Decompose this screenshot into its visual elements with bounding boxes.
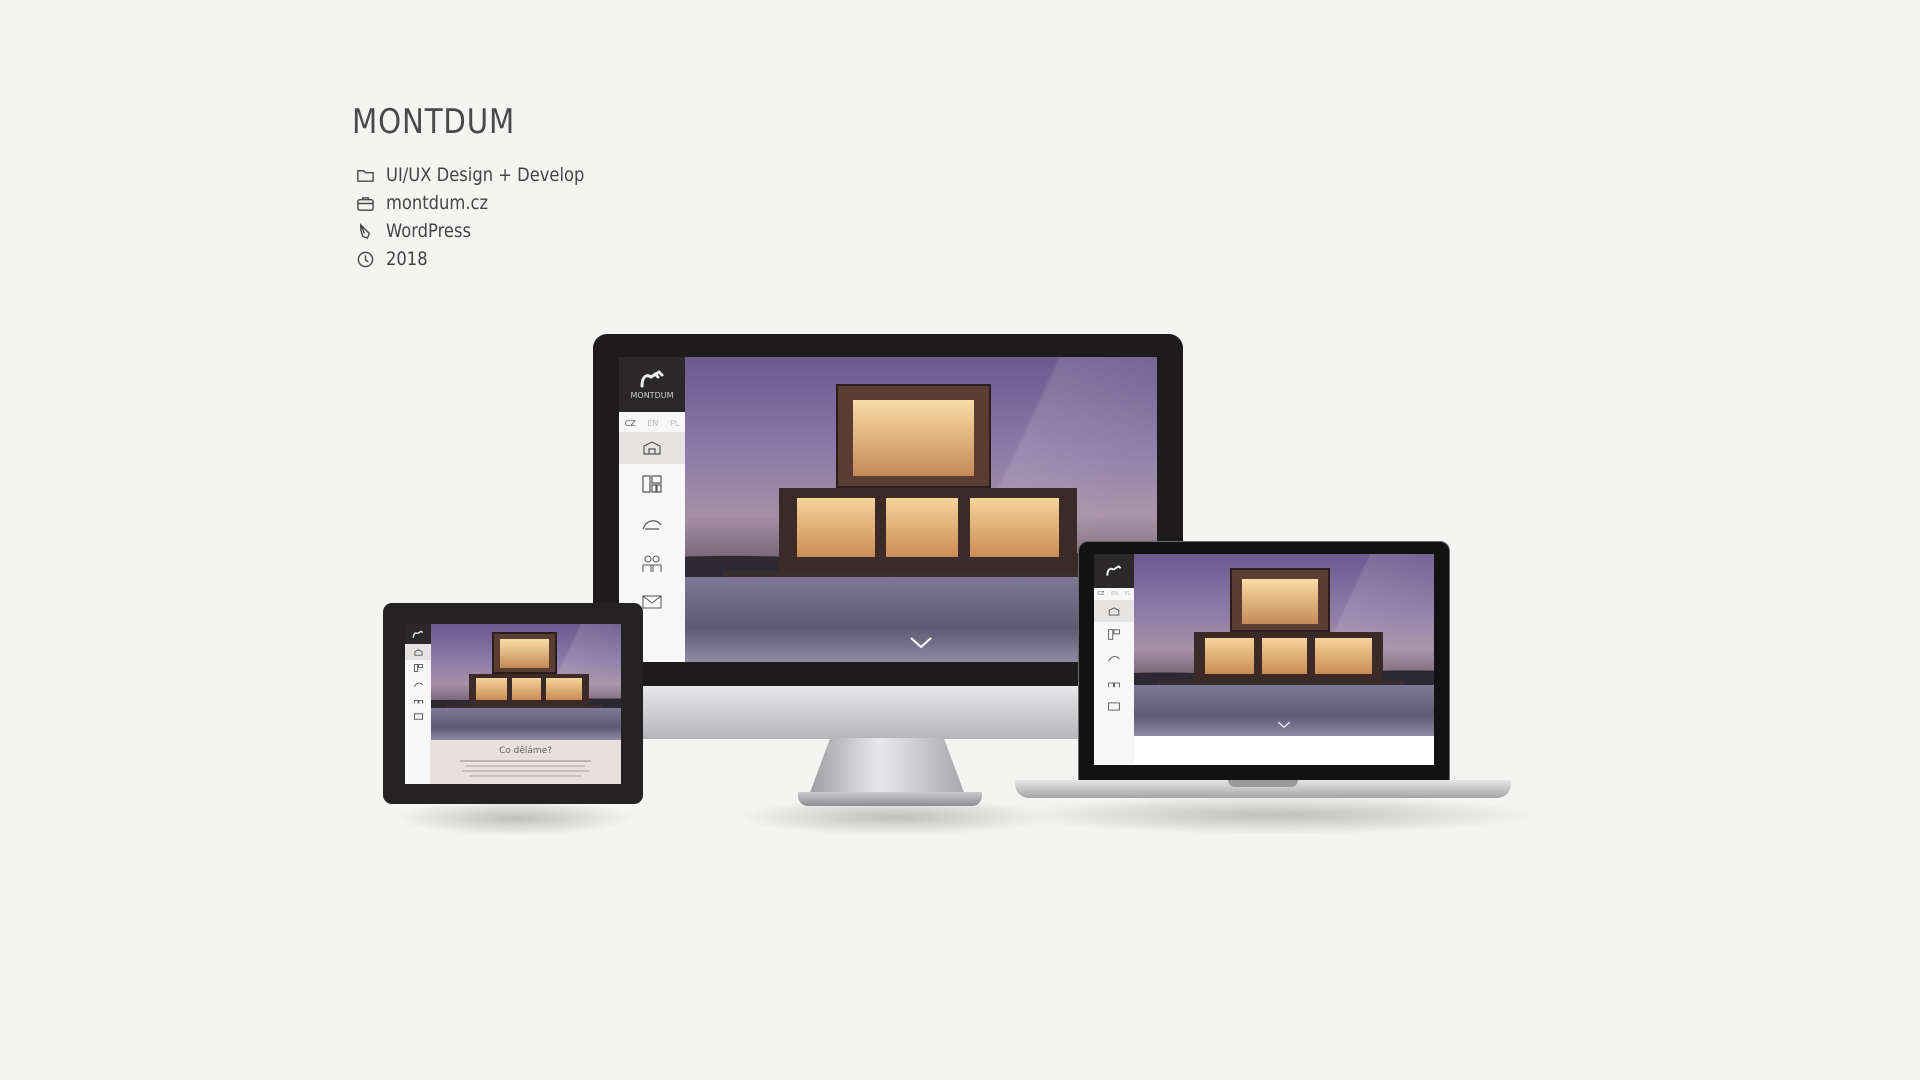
layout-icon	[642, 475, 662, 493]
home-icon	[413, 648, 423, 656]
meta-client: montdum.cz	[386, 192, 489, 214]
lang-pl[interactable]: PL	[670, 419, 679, 428]
people-icon	[642, 555, 662, 572]
briefcase-icon	[354, 192, 376, 214]
laptop-logo	[1094, 554, 1134, 588]
clock-icon	[354, 248, 376, 270]
lang-en[interactable]: EN	[647, 419, 658, 428]
montdum-logo-icon	[640, 369, 664, 387]
home-icon	[1108, 606, 1120, 616]
people-icon	[1108, 682, 1120, 687]
house-lower-volume	[779, 488, 1077, 571]
tablet-shadow	[395, 800, 635, 836]
laptop-notch	[1228, 780, 1298, 787]
lang-en[interactable]: EN	[1111, 591, 1118, 597]
laptop-nav-home[interactable]	[1094, 600, 1134, 622]
lang-pl[interactable]: PL	[1125, 591, 1131, 597]
tablet-hero-image	[431, 624, 621, 740]
house-upper-volume	[836, 383, 992, 489]
lang-cz[interactable]: CZ	[1097, 591, 1104, 597]
meta-row-platform: WordPress	[354, 217, 617, 245]
tablet-nav-team[interactable]	[405, 692, 431, 708]
tablet-section-heading: Co děláme?	[499, 746, 552, 756]
monitor-foot	[798, 792, 982, 806]
chevron-down-icon[interactable]	[909, 636, 933, 650]
meta-row-year: 2018	[354, 245, 617, 273]
mail-icon	[413, 712, 423, 720]
mail-icon	[642, 595, 662, 609]
layout-icon	[1108, 628, 1120, 640]
tablet-nav-home[interactable]	[405, 644, 431, 660]
laptop-nav-gallery[interactable]	[1094, 646, 1134, 670]
laptop-hero-image	[1134, 554, 1434, 736]
nav-layouts[interactable]	[619, 464, 685, 504]
building-icon	[413, 682, 423, 687]
people-icon	[413, 700, 423, 704]
monitor-stand	[808, 738, 966, 798]
monitor-language-switch: CZ EN PL	[619, 412, 685, 432]
laptop-nav-layouts[interactable]	[1094, 622, 1134, 646]
laptop-nav-contact[interactable]	[1094, 694, 1134, 718]
building-icon	[1108, 655, 1120, 662]
nav-gallery[interactable]	[619, 504, 685, 544]
meta-year: 2018	[386, 248, 428, 270]
laptop-shadow	[1010, 795, 1540, 835]
home-icon	[643, 441, 661, 455]
tablet-sidebar	[405, 624, 431, 784]
nav-home[interactable]	[619, 432, 685, 464]
building-icon	[642, 520, 662, 530]
nav-team[interactable]	[619, 544, 685, 584]
folder-icon	[354, 164, 376, 186]
tablet-content-section: Co děláme?	[430, 740, 621, 784]
lang-cz[interactable]: CZ	[625, 419, 636, 428]
laptop-nav-team[interactable]	[1094, 670, 1134, 694]
layout-icon	[413, 664, 423, 672]
meta-row-client: montdum.cz	[354, 189, 617, 217]
meta-row-role: UI/UX Design + Develop	[354, 161, 617, 189]
montdum-logo-icon	[412, 629, 424, 638]
monitor-logo-text: MONTDUM	[630, 390, 674, 400]
meta-platform: WordPress	[386, 220, 472, 242]
laptop-sidebar: CZ EN PL	[1094, 554, 1134, 765]
chevron-down-icon[interactable]	[1277, 721, 1291, 729]
monitor-logo: MONTDUM	[619, 357, 685, 412]
montdum-logo-icon	[1106, 565, 1122, 576]
pen-icon	[354, 220, 376, 242]
monitor-screen: MONTDUM CZ EN PL	[619, 357, 1157, 662]
tablet-nav-contact[interactable]	[405, 708, 431, 724]
mail-icon	[1108, 701, 1120, 711]
laptop-screen: CZ EN PL	[1094, 554, 1434, 765]
laptop-language-switch: CZ EN PL	[1094, 588, 1134, 600]
tablet-nav-gallery[interactable]	[405, 676, 431, 692]
tablet-logo	[405, 624, 431, 644]
project-title: MONTDUM	[352, 102, 516, 142]
meta-role: UI/UX Design + Develop	[386, 164, 585, 186]
tablet-nav-layouts[interactable]	[405, 660, 431, 676]
project-meta-list: UI/UX Design + Develop montdum.cz WordPr…	[354, 161, 617, 273]
